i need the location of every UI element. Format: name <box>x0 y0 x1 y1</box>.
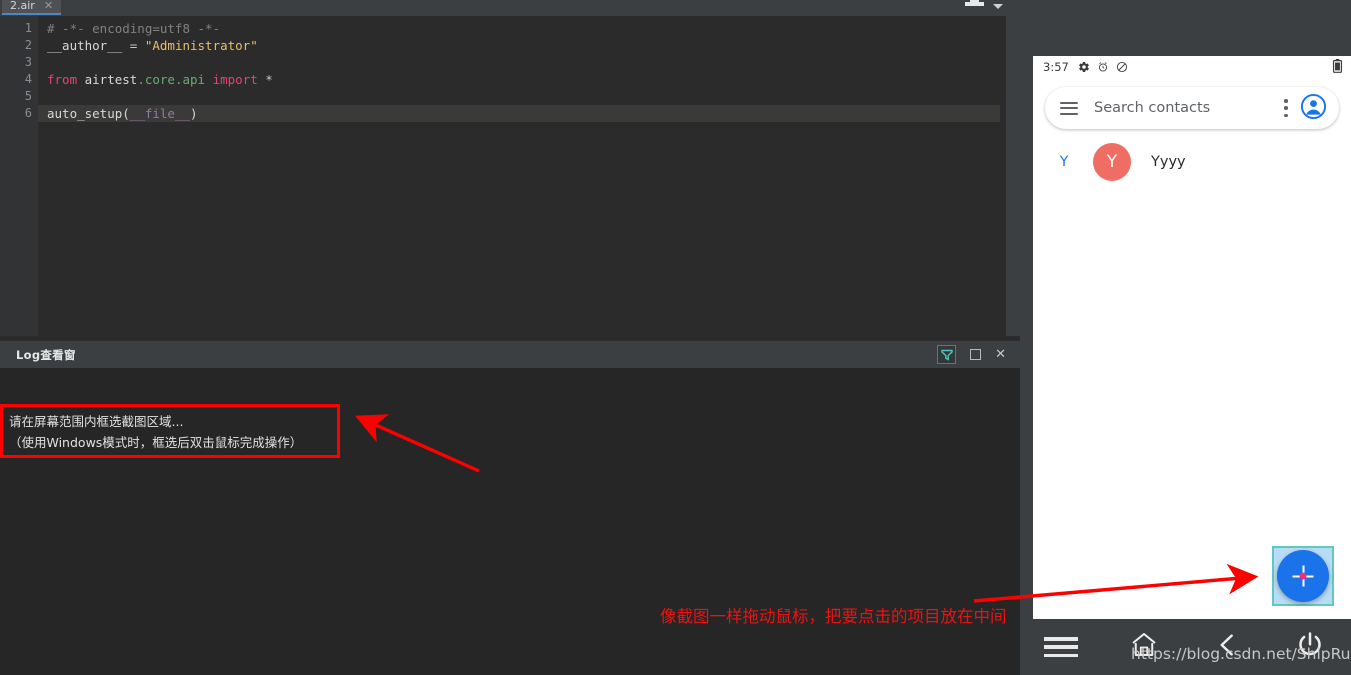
annotation-text: 像截图一样拖动鼠标，把要点击的项目放在中间 <box>660 607 1007 626</box>
line-number-gutter: 1 2 3 4 5 6 <box>0 16 39 336</box>
contact-name: Yyyy <box>1151 154 1186 170</box>
code-token-argument: __file__ <box>129 106 191 121</box>
log-panel-body: 请在屏幕范围内框选截图区域... （使用Windows模式时，框选后双击鼠标完成… <box>0 368 1020 675</box>
code-lines[interactable]: # -*- encoding=utf8 -*- __author__ = "Ad… <box>38 16 1000 336</box>
close-icon[interactable]: ✕ <box>995 348 1006 361</box>
add-contact-fab[interactable] <box>1277 550 1329 602</box>
line-number: 1 <box>24 21 32 35</box>
battery-icon <box>1332 58 1343 77</box>
code-token-keyword: from <box>47 72 78 87</box>
editor-tab-label: 2.air <box>10 0 35 12</box>
pin-icon[interactable] <box>961 0 989 13</box>
android-status-bar: 3:57 <box>1033 56 1351 78</box>
editor-scrollbar[interactable] <box>1006 16 1020 336</box>
editor-tab-strip: 2.air ✕ <box>0 0 1020 16</box>
watermark: https://blog.csdn.net/ShipRun <box>1131 645 1351 663</box>
code-line: # -*- encoding=utf8 -*- <box>38 20 1000 37</box>
code-token-keyword: import <box>205 72 258 87</box>
editor-tab-2-air[interactable]: 2.air ✕ <box>2 0 62 15</box>
status-bar-right <box>1332 58 1343 77</box>
instruction-line-1: 请在屏幕范围内框选截图区域... <box>9 414 184 429</box>
device-screen[interactable]: 3:57 Search contacts Y Y Yyyy <box>1033 56 1351 619</box>
contact-section-letter: Y <box>1059 154 1069 170</box>
avatar: Y <box>1093 143 1131 181</box>
line-number: 3 <box>24 55 32 69</box>
log-panel-header: Log查看窗 ✕ <box>0 341 1020 368</box>
editor-tab-tools <box>934 0 1008 15</box>
status-bar-icons <box>1078 58 1128 77</box>
ide-pane: 2.air ✕ 1 2 3 4 5 6 # -*- encoding=utf8 … <box>0 0 1020 675</box>
instruction-line-2: （使用Windows模式时，框选后双击鼠标完成操作） <box>9 435 303 450</box>
line-number: 4 <box>24 72 32 86</box>
line-number: 5 <box>24 89 32 103</box>
log-panel-tools: ✕ <box>937 345 1006 364</box>
code-token-attribute: .core.api <box>137 72 206 87</box>
code-line: __author__ = "Administrator" <box>38 37 1000 54</box>
code-token-module: airtest <box>77 72 138 87</box>
screenshot-instruction-box: 请在屏幕范围内框选截图区域... （使用Windows模式时，框选后双击鼠标完成… <box>0 404 340 458</box>
menu-icon[interactable] <box>1044 637 1079 657</box>
status-bar-time: 3:57 <box>1043 60 1069 74</box>
code-line-highlighted: auto_setup(__file__) <box>38 105 1000 122</box>
crosshair-target-icon <box>1292 565 1314 587</box>
line-number: 6 <box>24 106 32 120</box>
code-token-identifier: __author__ <box>47 38 123 53</box>
gear-icon <box>1078 58 1090 77</box>
contact-list-item[interactable]: Y Y Yyyy <box>1033 138 1351 186</box>
search-contacts-bar[interactable]: Search contacts <box>1045 87 1339 129</box>
alarm-icon <box>1097 58 1109 77</box>
code-token-operator: = <box>122 38 145 53</box>
code-token-string: "Administrator" <box>144 38 258 53</box>
account-avatar-icon[interactable] <box>1300 93 1327 124</box>
hamburger-menu-icon[interactable] <box>1060 101 1078 115</box>
search-input[interactable]: Search contacts <box>1094 100 1284 116</box>
do-not-disturb-icon <box>1116 58 1128 77</box>
code-editor[interactable]: 1 2 3 4 5 6 # -*- encoding=utf8 -*- __au… <box>0 16 1020 336</box>
kebab-menu-icon[interactable] <box>1284 99 1288 117</box>
close-icon[interactable]: ✕ <box>44 0 53 11</box>
chevron-down-icon[interactable] <box>993 3 1003 9</box>
maximize-icon[interactable] <box>970 349 982 360</box>
log-panel-title: Log查看窗 <box>16 347 76 362</box>
filter-icon[interactable] <box>937 345 957 364</box>
line-number: 2 <box>24 38 32 52</box>
code-token-star: * <box>257 72 273 87</box>
code-token-comment: # -*- encoding=utf8 -*- <box>47 21 221 36</box>
nav-menu-button[interactable] <box>1020 637 1103 657</box>
code-line: from airtest.core.api import * <box>38 71 1000 88</box>
code-token-paren: ) <box>190 106 198 121</box>
code-token-function: auto_setup( <box>47 106 130 121</box>
